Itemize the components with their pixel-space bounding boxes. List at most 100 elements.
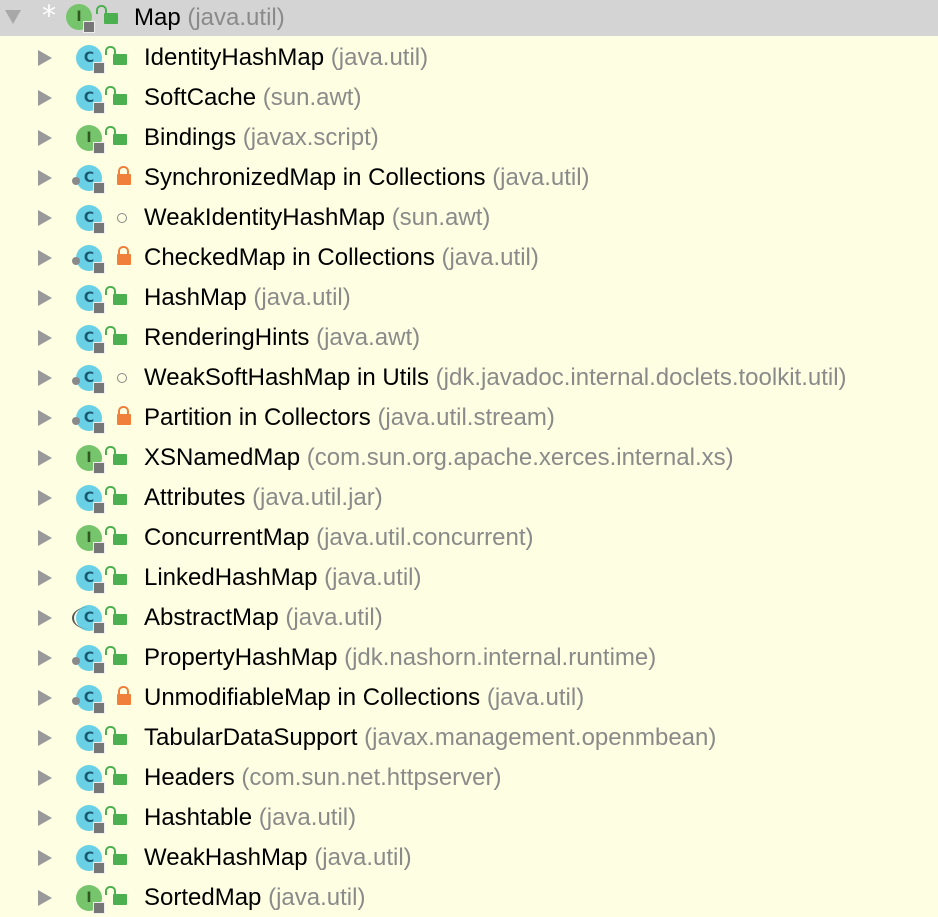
lock-icon — [117, 406, 131, 425]
unlock-icon — [105, 46, 127, 65]
tree-row[interactable]: C PropertyHashMap (jdk.nashorn.internal.r… — [0, 637, 938, 677]
circle-icon — [117, 373, 127, 383]
package-name: (java.util.stream) — [377, 404, 555, 431]
class-icon: C — [76, 725, 105, 754]
class-icon: C — [76, 805, 105, 834]
tree-row[interactable]: C RenderingHints (java.awt) — [0, 317, 938, 357]
package-name: (javax.script) — [242, 124, 379, 151]
expand-triangle-icon[interactable] — [38, 330, 52, 346]
package-name: (sun.awt) — [391, 204, 491, 231]
class-icon: C — [76, 85, 105, 114]
unlock-icon — [105, 806, 127, 825]
type-name: SynchronizedMap in Collections — [144, 164, 486, 191]
type-name: Partition in Collectors — [144, 404, 371, 431]
tree-row[interactable]: C IdentityHashMap (java.util) — [0, 37, 938, 77]
tree-row[interactable]: C Partition in Collectors (java.util.stre… — [0, 397, 938, 437]
expand-triangle-icon[interactable] — [38, 410, 52, 426]
tree-row[interactable]: C Hashtable (java.util) — [0, 797, 938, 837]
collapse-triangle-icon[interactable] — [5, 10, 21, 24]
tree-row[interactable]: C WeakSoftHashMap in Utils (jdk.javadoc.i… — [0, 357, 938, 397]
package-name: (java.util) — [285, 604, 383, 631]
class-icon: C — [72, 245, 105, 274]
tree-root-row[interactable]: * I Map (java.util) — [0, 0, 938, 36]
class-icon: C — [76, 45, 105, 74]
package-name: (java.util) — [492, 164, 590, 191]
tree-row[interactable]: I SortedMap (java.util) — [0, 877, 938, 917]
tree-row[interactable]: C Attributes (java.util.jar) — [0, 477, 938, 517]
tree-row[interactable]: C SynchronizedMap in Collections (java.ut… — [0, 157, 938, 197]
unlock-icon — [105, 326, 127, 345]
unlock-icon — [105, 646, 127, 665]
interface-icon: I — [76, 525, 105, 554]
circle-icon — [117, 213, 127, 223]
interface-icon: I — [66, 4, 95, 33]
expand-triangle-icon[interactable] — [38, 90, 52, 106]
expand-triangle-icon[interactable] — [38, 810, 52, 826]
expand-triangle-icon[interactable] — [38, 170, 52, 186]
expand-triangle-icon[interactable] — [38, 130, 52, 146]
expand-triangle-icon[interactable] — [38, 370, 52, 386]
class-icon: C — [76, 485, 105, 514]
expand-triangle-icon[interactable] — [38, 570, 52, 586]
class-icon: C — [76, 765, 105, 794]
unlock-icon — [105, 566, 127, 585]
tree-row[interactable]: C WeakHashMap (java.util) — [0, 837, 938, 877]
package-name: (java.util) — [330, 44, 429, 71]
package-name: (java.util) — [314, 844, 412, 871]
tree-row[interactable]: C LinkedHashMap (java.util) — [0, 557, 938, 597]
expand-triangle-icon[interactable] — [38, 890, 52, 906]
type-name: SoftCache — [144, 84, 257, 111]
type-name: Headers — [144, 764, 235, 791]
tree-row[interactable]: C WeakIdentityHashMap (sun.awt) — [0, 197, 938, 237]
unlock-icon — [105, 486, 127, 505]
type-name: ConcurrentMap — [144, 524, 310, 551]
package-name: (java.util) — [253, 284, 351, 311]
unlock-icon — [105, 446, 127, 465]
class-icon: C — [72, 605, 105, 634]
tree-row[interactable]: I Bindings (javax.script) — [0, 117, 938, 157]
package-name: (com.sun.net.httpserver) — [241, 764, 502, 791]
type-name: RenderingHints — [144, 324, 310, 351]
expand-triangle-icon[interactable] — [38, 530, 52, 546]
expand-triangle-icon[interactable] — [38, 450, 52, 466]
type-hierarchy-tree: * I Map (java.util) C IdentityHashMap (ja… — [0, 0, 938, 916]
expand-triangle-icon[interactable] — [38, 290, 52, 306]
tree-row[interactable]: C AbstractMap (java.util) — [0, 597, 938, 637]
unlock-icon — [105, 126, 127, 145]
package-name: (java.util) — [268, 884, 366, 911]
type-name: HashMap — [144, 284, 247, 311]
unlock-icon — [96, 5, 118, 24]
package-name: (jdk.javadoc.internal.doclets.toolkit.ut… — [435, 364, 847, 391]
tree-row[interactable]: C UnmodifiableMap in Collections (java.ut… — [0, 677, 938, 717]
interface-icon: I — [76, 445, 105, 474]
class-icon: C — [72, 365, 105, 394]
expand-triangle-icon[interactable] — [38, 250, 52, 266]
tree-row[interactable]: I XSNamedMap (com.sun.org.apache.xerces.i… — [0, 437, 938, 477]
package-name: (java.util) — [324, 564, 422, 591]
tree-row[interactable]: C CheckedMap in Collections (java.util) — [0, 237, 938, 277]
type-name: WeakHashMap — [144, 844, 308, 871]
expand-triangle-icon[interactable] — [38, 650, 52, 666]
expand-triangle-icon[interactable] — [38, 770, 52, 786]
type-name: CheckedMap in Collections — [144, 244, 435, 271]
unlock-icon — [105, 886, 127, 905]
class-icon: C — [76, 205, 105, 234]
type-name: WeakIdentityHashMap — [144, 204, 386, 231]
expand-triangle-icon[interactable] — [38, 490, 52, 506]
tree-row[interactable]: I ConcurrentMap (java.util.concurrent) — [0, 517, 938, 557]
expand-triangle-icon[interactable] — [38, 610, 52, 626]
expand-triangle-icon[interactable] — [38, 50, 52, 66]
tree-row[interactable]: C Headers (com.sun.net.httpserver) — [0, 757, 938, 797]
tree-row[interactable]: C TabularDataSupport (javax.management.op… — [0, 717, 938, 757]
class-icon: C — [72, 165, 105, 194]
expand-triangle-icon[interactable] — [38, 850, 52, 866]
expand-triangle-icon[interactable] — [38, 730, 52, 746]
type-name: Map — [134, 4, 181, 31]
expand-triangle-icon[interactable] — [38, 690, 52, 706]
expand-triangle-icon[interactable] — [38, 210, 52, 226]
tree-row[interactable]: C SoftCache (sun.awt) — [0, 77, 938, 117]
tree-row[interactable]: C HashMap (java.util) — [0, 277, 938, 317]
type-name: WeakSoftHashMap in Utils — [144, 364, 429, 391]
type-name: Hashtable — [144, 804, 253, 831]
package-name: (java.awt) — [316, 324, 421, 351]
